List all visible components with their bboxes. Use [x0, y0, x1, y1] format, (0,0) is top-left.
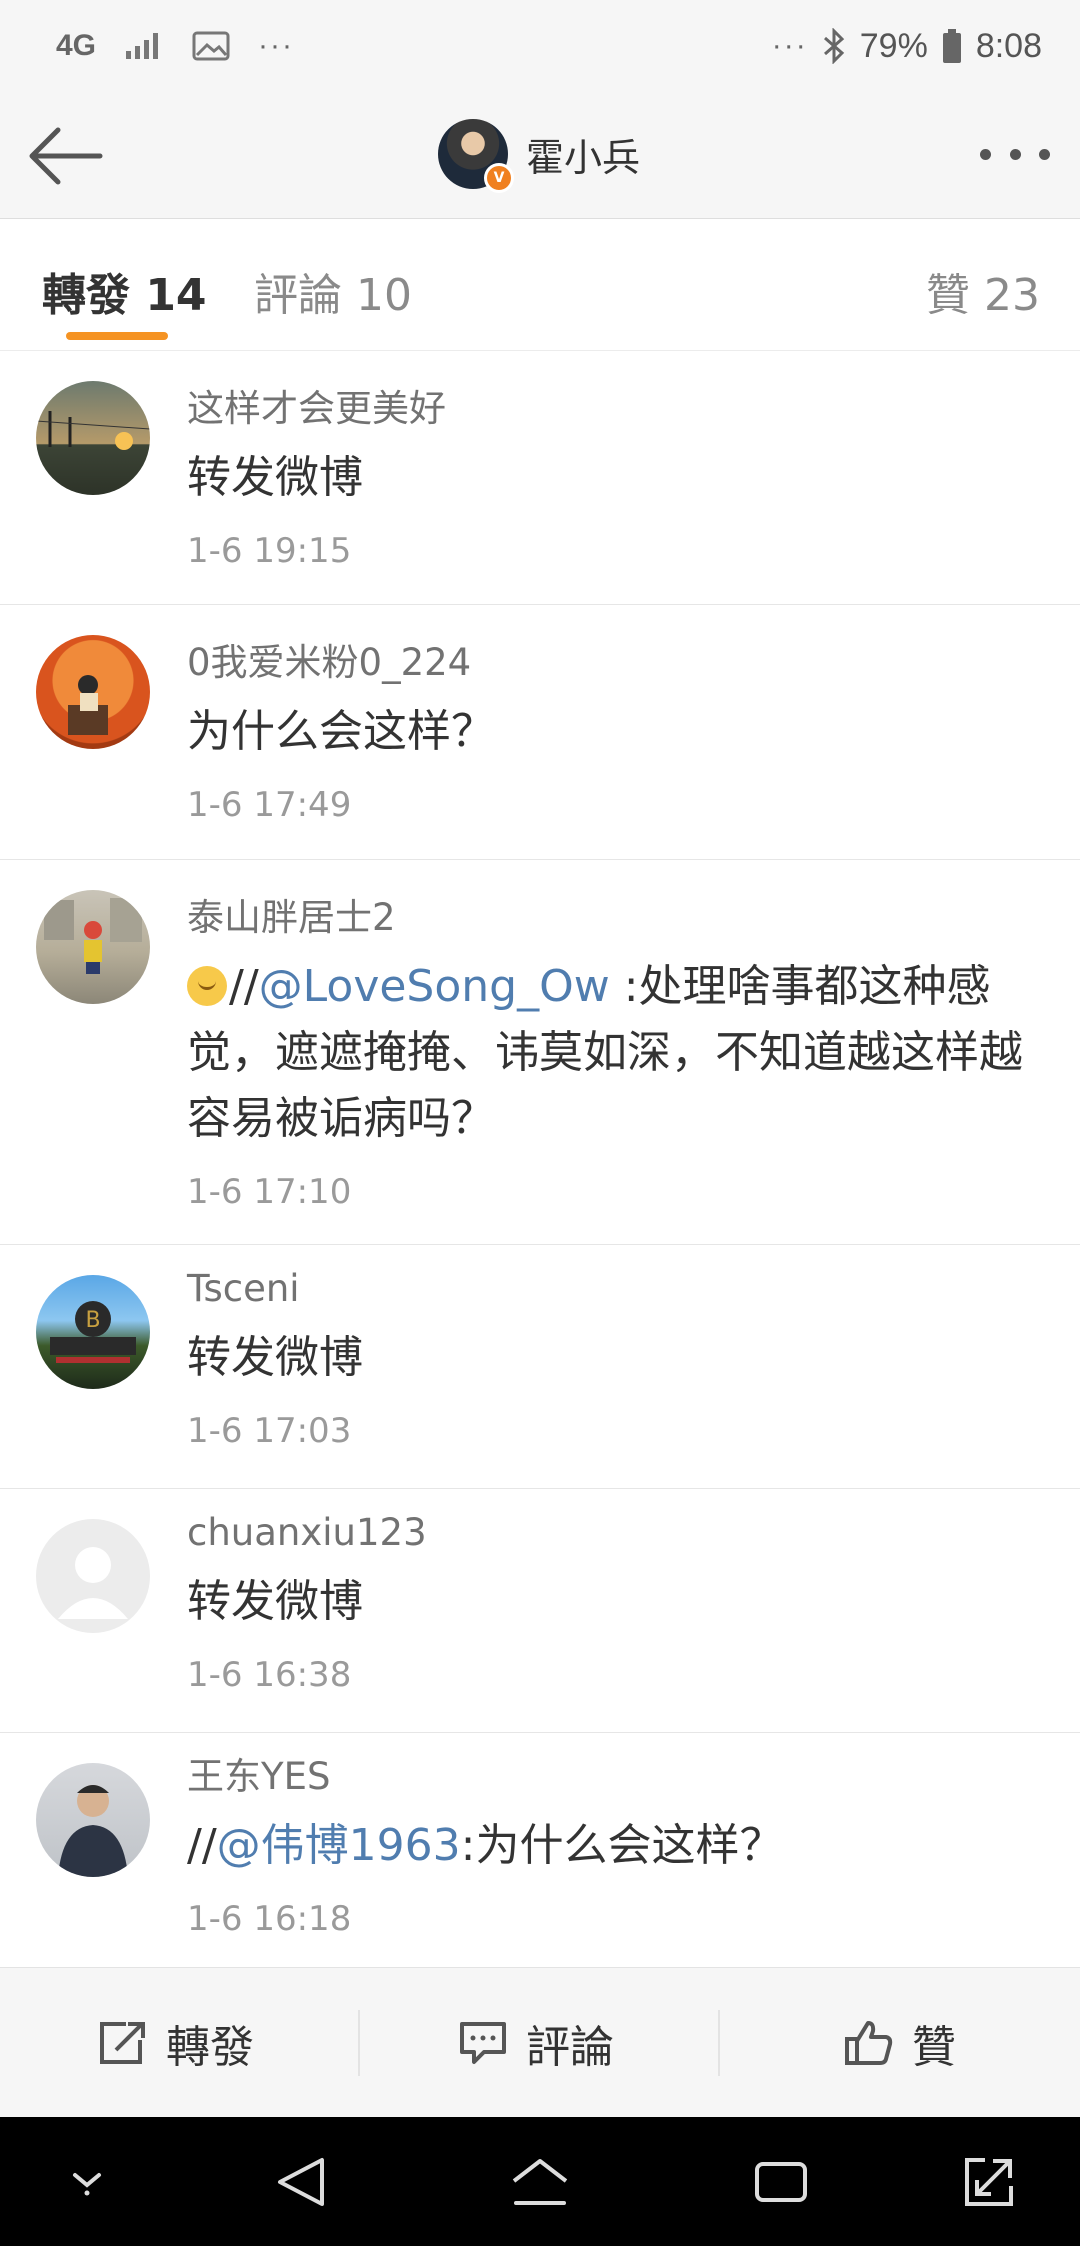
comment-button[interactable]: 評論	[458, 1968, 614, 2118]
tab-bar: 轉發 14 評論 10 贊 23	[0, 219, 1080, 351]
nav-back-button[interactable]	[266, 2147, 336, 2217]
username[interactable]: 这样才会更美好	[187, 385, 1050, 433]
back-button[interactable]	[26, 116, 106, 196]
avatar[interactable]: V	[438, 119, 514, 193]
sunset-photo-icon	[36, 411, 150, 450]
like-label: 贊	[912, 2022, 956, 2073]
active-tab-indicator	[66, 332, 168, 340]
repost-message: :为什么会这样？	[460, 1820, 784, 1871]
repost-text: //@LoveSong_Ow :处理啥事都这种感觉，遮遮掩掩、讳莫如深，不知道越…	[187, 954, 1050, 1152]
timestamp: 1-6 19:15	[187, 531, 352, 571]
system-nav-bar	[0, 2117, 1080, 2246]
list-item[interactable]: 泰山胖居士2 //@LoveSong_Ow :处理啥事都这种感觉，遮遮掩掩、讳莫…	[0, 860, 1080, 1245]
train-logo-icon: B	[50, 1301, 136, 1363]
profile-title[interactable]: V 霍小兵	[438, 116, 641, 193]
expand-button[interactable]	[954, 2147, 1024, 2217]
back-arrow-icon	[29, 127, 103, 185]
list-item[interactable]: chuanxiu123 转发微博 1-6 16:38	[0, 1489, 1080, 1733]
repost-text: 为什么会这样？	[187, 706, 495, 757]
page-title: 霍小兵	[526, 135, 641, 180]
recents-icon	[755, 2162, 807, 2202]
repost-text: 转发微博	[187, 1332, 363, 1383]
list-item[interactable]: 王东YES //@伟博1963:为什么会这样？ 1-6 16:18	[0, 1733, 1080, 1970]
divider	[718, 2010, 720, 2076]
repost-text: //@伟博1963:为什么会这样？	[187, 1813, 1050, 1879]
repost-prefix: //	[187, 1820, 217, 1871]
battery-icon	[942, 29, 961, 63]
action-bar: 轉發 評論 贊	[0, 1967, 1080, 2118]
avatar[interactable]	[36, 1763, 150, 1877]
repost-list: 这样才会更美好 转发微博 1-6 19:15 0我爱米粉0_224 为什么会这样…	[0, 351, 1080, 1970]
avatar[interactable]	[36, 381, 150, 495]
svg-text:B: B	[85, 1308, 100, 1333]
verified-badge-icon: V	[484, 163, 514, 193]
smiley-emoji-icon	[187, 966, 227, 1006]
back-triangle-icon	[278, 2158, 324, 2206]
tab-repost[interactable]: 轉發 14	[42, 259, 207, 323]
clock: 8:08	[975, 26, 1042, 65]
repost-label: 轉發	[166, 2022, 254, 2073]
comment-icon	[460, 2022, 506, 2064]
title-bar: V 霍小兵	[0, 90, 1080, 219]
username[interactable]: chuanxiu123	[187, 1509, 1050, 1557]
thumbs-up-icon	[845, 2021, 893, 2065]
network-type: 4G	[56, 29, 97, 62]
repost-text: 转发微博	[187, 452, 363, 503]
mention-link[interactable]: @伟博1963	[217, 1820, 461, 1871]
like-button[interactable]: 贊	[844, 1968, 956, 2118]
more-notifications: ···	[258, 29, 295, 62]
expand-icon	[965, 2158, 1013, 2206]
timestamp: 1-6 17:10	[187, 1172, 352, 1212]
divider	[358, 2010, 360, 2076]
more-dot-icon	[1039, 148, 1050, 160]
timestamp: 1-6 17:49	[187, 785, 352, 825]
timestamp: 1-6 16:38	[187, 1655, 352, 1695]
timestamp: 1-6 17:03	[187, 1411, 352, 1451]
repost-prefix: //	[229, 961, 259, 1012]
repost-button[interactable]: 轉發	[98, 1968, 254, 2118]
nav-recents-button[interactable]	[746, 2147, 816, 2217]
comment-label: 評論	[526, 2022, 614, 2073]
list-item[interactable]: 0我爱米粉0_224 为什么会这样？ 1-6 17:49	[0, 605, 1080, 860]
nav-home-button[interactable]	[505, 2147, 575, 2217]
tab-like[interactable]: 贊 23	[926, 259, 1040, 323]
avatar[interactable]: B	[36, 1275, 150, 1389]
username[interactable]: 0我爱米粉0_224	[187, 639, 1050, 687]
username[interactable]: Tsceni	[187, 1265, 1050, 1313]
child-photo-icon	[44, 898, 142, 974]
signal-icon	[126, 33, 159, 59]
status-dots: ···	[771, 29, 808, 62]
more-options-button[interactable]	[980, 130, 1050, 178]
home-icon	[512, 2159, 568, 2205]
avatar[interactable]	[36, 1519, 150, 1633]
repost-text: 转发微博	[187, 1576, 363, 1627]
illustration-photo-icon	[68, 675, 108, 735]
share-icon	[100, 2022, 145, 2064]
more-dot-icon	[1009, 148, 1021, 160]
chevron-down-icon	[73, 2173, 101, 2196]
battery-percent: 79%	[859, 26, 928, 65]
more-dot-icon	[980, 148, 991, 160]
username[interactable]: 王东YES	[187, 1753, 1050, 1801]
image-notification-icon	[192, 31, 230, 61]
hide-keyboard-button[interactable]	[52, 2147, 122, 2217]
timestamp: 1-6 16:18	[187, 1899, 352, 1939]
bluetooth-icon	[823, 28, 844, 64]
username[interactable]: 泰山胖居士2	[187, 894, 1050, 942]
list-item[interactable]: B Tsceni 转发微博 1-6 17:03	[0, 1245, 1080, 1489]
avatar[interactable]	[36, 635, 150, 749]
mention-link[interactable]: @LoveSong_Ow	[259, 961, 610, 1012]
default-avatar-icon	[58, 1547, 128, 1619]
man-photo-icon	[58, 1785, 128, 1877]
list-item[interactable]: 这样才会更美好 转发微博 1-6 19:15	[0, 351, 1080, 605]
status-bar: 4G ··· ··· 79% 8:08	[0, 0, 1080, 90]
tab-comment[interactable]: 評論 10	[254, 259, 412, 323]
avatar[interactable]	[36, 890, 150, 1004]
